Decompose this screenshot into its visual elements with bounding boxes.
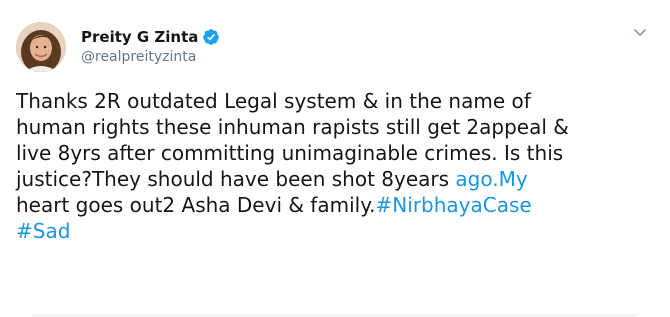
tweet-line-3: live 8yrs after committing unimaginable … <box>16 141 564 165</box>
tweet-text: Thanks 2R outdated Legal system & in the… <box>16 88 656 244</box>
profile-photo-icon <box>16 22 66 72</box>
hashtag-sad[interactable]: #Sad <box>16 219 70 243</box>
bottom-divider <box>32 315 638 316</box>
tweet-link[interactable]: ago.My <box>455 167 527 191</box>
hashtag-nirbhayacase[interactable]: #NirbhayaCase <box>376 193 532 217</box>
tweet-card: Preity G Zinta @realpreityzinta Thanks 2… <box>0 0 670 317</box>
tweet-line-5: heart goes out2 Asha Devi & family.#Nirb… <box>16 192 656 218</box>
tweet-line-1: Thanks 2R outdated Legal system & in the… <box>16 89 531 113</box>
verified-badge-icon <box>202 28 220 46</box>
chevron-down-icon[interactable] <box>633 24 647 38</box>
author-display-name[interactable]: Preity G Zinta <box>81 27 198 47</box>
tweet-line-5-text: heart goes out2 Asha Devi & family. <box>16 193 376 217</box>
avatar[interactable] <box>16 22 66 72</box>
tweet-line-2: human rights these inhuman rapists still… <box>16 115 569 139</box>
tweet-line-4-text: justice?They should have been shot 8year… <box>16 167 456 191</box>
author-name-row[interactable]: Preity G Zinta <box>81 27 220 47</box>
author-handle[interactable]: @realpreityzinta <box>81 48 196 66</box>
tweet-line-4: justice?They should have been shot 8year… <box>16 166 656 192</box>
tweet-line-6: #Sad <box>16 218 656 244</box>
